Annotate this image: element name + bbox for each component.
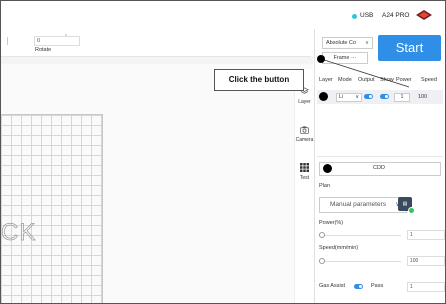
status-badge: [408, 207, 415, 214]
output-toggle[interactable]: [364, 94, 373, 99]
chevron-down-icon: ∨: [355, 94, 359, 100]
sidebar-item-camera[interactable]: Camera: [295, 126, 314, 143]
sidebar-item-label: Camera: [295, 137, 314, 143]
mode-value: Li: [339, 94, 343, 100]
header-speed: Speed: [421, 77, 437, 83]
sidebar-item-label: Test: [299, 175, 310, 181]
callout-marker: [317, 55, 325, 63]
header-show: Show: [380, 77, 394, 83]
power-slider-handle[interactable]: [319, 232, 325, 238]
header-mode: Mode: [338, 77, 352, 83]
app-window: USB A24 PRO 0 ° Rotate CK Layer Camera T…: [0, 0, 446, 304]
camera-icon: [300, 126, 309, 134]
callout-pointer: [321, 59, 410, 88]
plan-select[interactable]: Manual parameters ∨: [319, 197, 407, 213]
rotate-label: Rotate: [35, 47, 52, 53]
brand-logo-icon[interactable]: [415, 9, 433, 23]
pass-input[interactable]: 1: [407, 282, 445, 292]
sidebar-item-label: Layer: [298, 99, 311, 105]
header-layer: Layer: [319, 77, 333, 83]
device-model[interactable]: A24 PRO: [382, 12, 409, 19]
side-toolbar: Layer Camera Test: [294, 69, 314, 303]
pass-label: Pass: [371, 283, 384, 289]
mode-select[interactable]: Li ∨: [336, 93, 362, 102]
library-icon: ▤: [402, 201, 408, 207]
plan-value: Manual parameters: [330, 201, 386, 208]
canvas-text-object[interactable]: CK: [1, 219, 36, 247]
gas-assist-toggle[interactable]: [354, 284, 363, 289]
sidebar-item-test[interactable]: Test: [295, 163, 314, 181]
connection-type[interactable]: USB: [360, 12, 373, 19]
layer-color-icon[interactable]: [319, 92, 328, 101]
power-input[interactable]: 1: [407, 230, 445, 240]
header-output: Output: [358, 77, 375, 83]
rotate-unit: °: [65, 34, 67, 40]
header-power: Power: [396, 77, 412, 83]
rotate-input[interactable]: 0: [34, 36, 80, 46]
top-bar: [1, 1, 445, 29]
work-area-grid[interactable]: [1, 114, 103, 303]
divider: [317, 156, 443, 157]
power-input[interactable]: 1: [394, 93, 410, 102]
gas-assist-label: Gas Assist: [319, 283, 345, 289]
power-label: Power(%): [319, 220, 344, 226]
layer-name: CDD: [373, 165, 385, 171]
power-slider[interactable]: [319, 235, 401, 236]
connection-status-icon: [352, 14, 357, 19]
speed-value[interactable]: 100: [418, 94, 427, 100]
show-toggle[interactable]: [380, 94, 389, 99]
divider: [7, 37, 8, 45]
positioning-select[interactable]: Absolute Co ∨: [322, 37, 373, 49]
positioning-value: Absolute Co: [326, 40, 356, 46]
start-button[interactable]: Start: [378, 35, 441, 61]
grid-icon: [300, 163, 309, 172]
speed-slider-handle[interactable]: [319, 258, 325, 264]
speed-input[interactable]: 100: [407, 256, 445, 266]
speed-slider[interactable]: [319, 261, 401, 262]
annotation-callout: Click the button: [214, 69, 304, 91]
speed-label: Speed(mm/min): [319, 245, 359, 251]
plan-label: Plan: [319, 183, 331, 189]
chevron-down-icon: ∨: [364, 40, 369, 46]
